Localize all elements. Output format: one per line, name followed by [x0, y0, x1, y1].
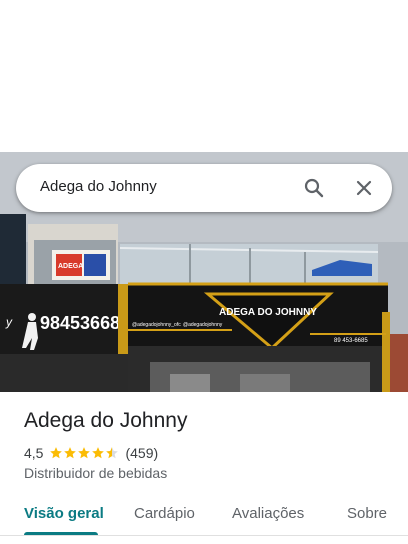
search-input[interactable]: Adega do Johnny: [40, 178, 157, 195]
tabs-divider: [0, 535, 408, 536]
star-icon: [92, 447, 105, 459]
sign-phone: 89 453-6685: [334, 338, 368, 344]
side-phone-text: 984536685: [40, 313, 130, 333]
half-star-icon: [106, 447, 119, 459]
place-title: Adega do Johnny: [24, 409, 188, 432]
star-icon: [78, 447, 91, 459]
tab-overview[interactable]: Visão geral: [24, 505, 104, 522]
rating-value: 4,5: [24, 445, 44, 461]
rating-row[interactable]: 4,5 (459): [24, 444, 158, 462]
search-bar[interactable]: Adega do Johnny: [16, 164, 392, 212]
close-icon[interactable]: [352, 176, 376, 200]
sign-name: ADEGA DO JOHNNY: [219, 307, 317, 318]
promo-banner: ADEGA: [52, 250, 110, 280]
banner-text: ADEGA: [58, 263, 83, 270]
instagram-right: @adegadojohnny: [183, 322, 223, 328]
tab-menu[interactable]: Cardápio: [134, 505, 195, 522]
map-area-blank: [0, 0, 408, 152]
search-icon[interactable]: [302, 176, 326, 200]
tab-reviews[interactable]: Avaliações: [232, 505, 304, 522]
star-icon: [50, 447, 63, 459]
instagram-left: @adegadojohnny_ofc: [132, 322, 181, 328]
star-rating: [49, 446, 119, 460]
side-letter: y: [5, 315, 13, 329]
place-tabs: Visão geral Cardápio Avaliações Sobre: [0, 500, 408, 536]
tab-about[interactable]: Sobre: [347, 505, 387, 522]
star-icon: [64, 447, 77, 459]
place-category[interactable]: Distribuidor de bebidas: [24, 465, 167, 481]
review-count[interactable]: (459): [125, 445, 158, 461]
